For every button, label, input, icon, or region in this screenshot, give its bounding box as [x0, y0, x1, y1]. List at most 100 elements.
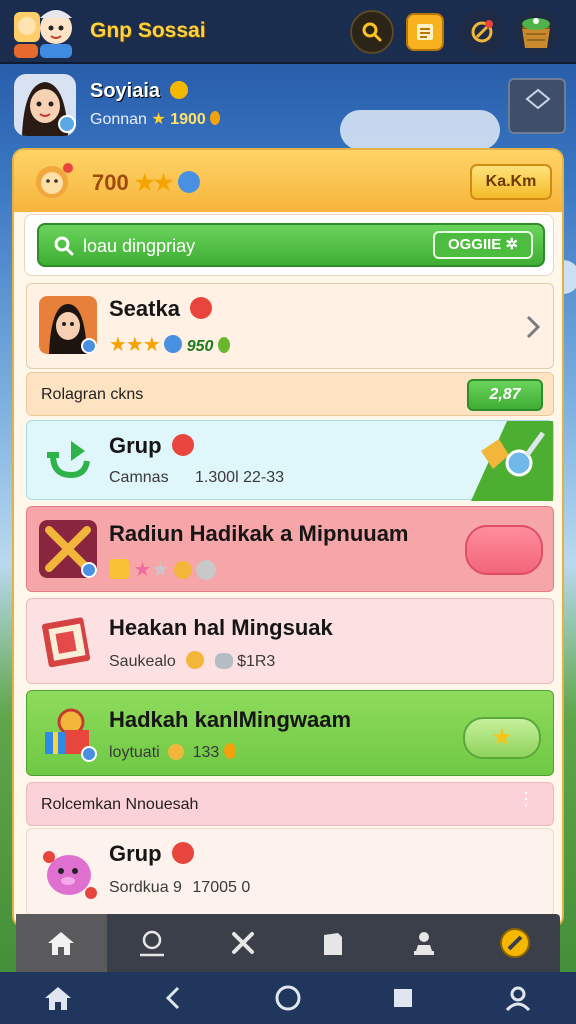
nav-tools[interactable] — [197, 914, 288, 972]
search-placeholder: loau dingpriay — [83, 236, 196, 256]
bag-icon — [324, 933, 343, 955]
profile-strip: Soyiaia Gonnan ★ 1900 — [0, 66, 576, 146]
compass-icon — [471, 20, 493, 43]
search-submit-button[interactable]: OGGIIE ✲ — [433, 231, 533, 259]
compass-button[interactable] — [460, 10, 504, 54]
row-meta: Camnas 1.300l 22-33 — [109, 469, 284, 487]
picture-frame-icon — [42, 617, 91, 668]
section-count-button[interactable]: 2,87 — [467, 379, 543, 411]
profile-name-text: Soyiaia — [90, 80, 161, 102]
system-account-button[interactable] — [494, 974, 542, 1022]
leaderboard-icon — [414, 932, 435, 955]
system-home-button[interactable] — [34, 974, 82, 1022]
diamond-icon — [525, 88, 551, 110]
row-title-text: Grup — [109, 841, 162, 866]
row-title: Seatka — [109, 296, 213, 322]
row-title-text: Seatka — [109, 296, 180, 321]
profile-coins: 1900 — [170, 111, 206, 128]
list-item[interactable]: Radiun Hadikak a Mipnuuam ★★ — [26, 506, 554, 592]
avatar-girl-icon — [14, 74, 76, 136]
profile-subtitle-text: Gonnan — [90, 111, 147, 128]
silver-coin-icon — [196, 560, 217, 580]
row-meta-text: 950 — [186, 338, 214, 355]
silver-coin-icon — [214, 653, 233, 669]
badge-icon — [171, 434, 194, 456]
nav-bag[interactable] — [288, 914, 379, 972]
stars-icon: ★★★ — [109, 334, 161, 356]
section-label: Rolcemkan Nnouesah — [41, 796, 199, 813]
row-meta-text: 17005 0 — [192, 879, 251, 896]
panel-header: 700 ★★ Ka.Km — [14, 150, 562, 212]
crossed-swords-icon — [39, 520, 97, 578]
stars-icon-grey: ★ — [151, 559, 170, 581]
row-action-button[interactable]: ★ — [463, 717, 541, 759]
badge-icon — [190, 297, 213, 319]
compass-icon — [499, 928, 530, 958]
side-menu-button[interactable] — [508, 78, 566, 134]
mascot-logo-icon — [14, 10, 72, 58]
feather-badge-icon — [178, 171, 201, 193]
row-title: Heakan hal Mingsuak — [109, 615, 333, 640]
main-panel: 700 ★★ Ka.Km loau dingpriay OGGIIE ✲ Sea… — [12, 148, 564, 928]
list-item[interactable]: Heakan hal Mingsuak Saukealo $1R3 — [26, 598, 554, 684]
lion-badge-icon — [36, 163, 73, 198]
list-item[interactable]: Grup Camnas 1.300l 22-33 — [26, 420, 554, 501]
list-item[interactable]: Seatka ★★★ 950 — [26, 283, 554, 369]
row-action-button[interactable] — [465, 525, 543, 575]
search-icon — [362, 22, 382, 42]
row-title: Grup — [109, 433, 194, 459]
row-meta: ★★ — [109, 557, 217, 582]
search-bar[interactable]: loau dingpriay OGGIIE ✲ — [37, 223, 545, 267]
coin-icon — [186, 651, 205, 669]
chevron-right-icon — [526, 315, 541, 339]
header-action-button[interactable]: Ka.Km — [470, 164, 552, 200]
refresh-arrow-icon — [47, 441, 90, 479]
row-meta-text: $1R3 — [237, 653, 276, 670]
header-count: 700 ★★ — [92, 170, 201, 196]
notes-icon — [417, 24, 433, 40]
search-submit-label: OGGIIE — [447, 236, 502, 253]
search-container: loau dingpriay OGGIIE ✲ — [24, 214, 554, 276]
stars-icon: ★★ — [134, 170, 173, 195]
chest-button[interactable] — [514, 10, 558, 54]
nav-home[interactable] — [16, 914, 107, 972]
header-count-value: 700 — [92, 170, 129, 195]
circle-icon — [275, 985, 301, 1011]
section-header: Rolagran ckns 2,87 — [26, 372, 554, 416]
notes-button[interactable] — [406, 13, 444, 51]
search-icon — [54, 236, 74, 256]
coin-icon — [168, 744, 185, 760]
nav-compass[interactable] — [469, 914, 560, 972]
row-subtitle: loytuati — [109, 744, 160, 761]
profile-subtitle: Gonnan ★ 1900 — [90, 109, 221, 129]
profile-name: Soyiaia — [90, 80, 188, 103]
row-title: Radiun Hadikak a Mipnuuam — [109, 521, 409, 546]
system-square-button[interactable] — [379, 974, 427, 1022]
chest-icon — [522, 18, 550, 48]
row-meta: loytuati 133 — [109, 743, 236, 762]
person-icon — [506, 986, 531, 1012]
more-options-icon[interactable]: ⋮ — [517, 790, 535, 808]
row-title: Grup — [109, 841, 194, 867]
search-button[interactable] — [350, 10, 394, 54]
top-bar: Gnp Sossai — [0, 0, 576, 64]
system-recents-circle-button[interactable] — [264, 974, 312, 1022]
nav-profile[interactable] — [107, 914, 198, 972]
app-title: Gnp Sossai — [90, 19, 206, 42]
stars-icon: ★ — [133, 559, 152, 581]
star-icon: ★ — [491, 724, 513, 751]
nav-leaderboard[interactable] — [379, 914, 470, 972]
row-title-text: Grup — [109, 433, 162, 458]
coin-icon — [173, 561, 192, 579]
back-icon — [165, 986, 179, 1010]
verified-coin-icon — [169, 81, 188, 99]
list-item[interactable]: Hadkah kanlMingwaam loytuati 133 ★ — [26, 690, 554, 776]
profile-icon — [140, 930, 164, 957]
system-back-button[interactable] — [149, 974, 197, 1022]
coin-icon — [223, 743, 236, 759]
gem-key-icon — [471, 421, 553, 501]
feather-badge-icon — [164, 335, 183, 353]
pig-mascot-icon — [43, 851, 97, 899]
list-item[interactable]: Grup Sordkua 9 17005 0 — [26, 828, 554, 916]
avatar[interactable] — [14, 74, 76, 136]
